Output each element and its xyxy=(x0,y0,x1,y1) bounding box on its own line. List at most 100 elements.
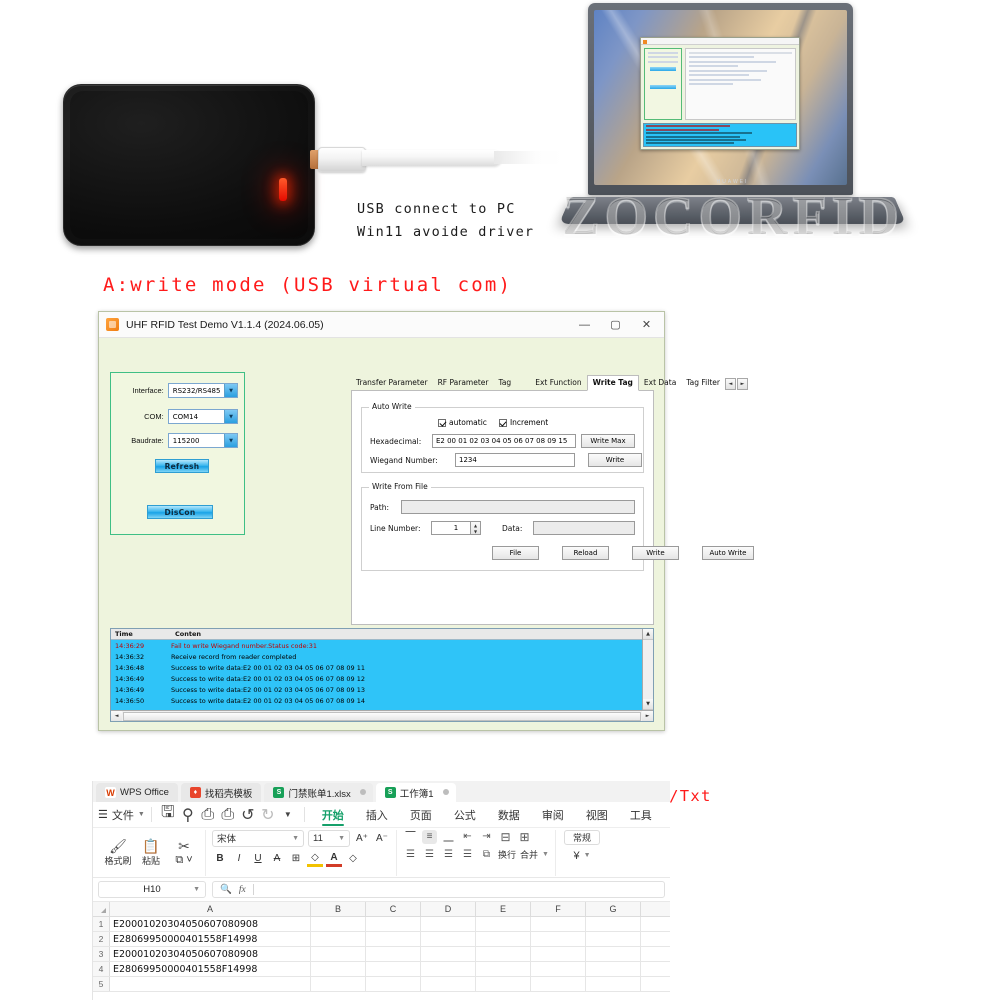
tab-scroll-left-icon[interactable]: ◄ xyxy=(724,378,736,390)
cell-d3[interactable] xyxy=(421,947,476,961)
cell-d2[interactable] xyxy=(421,932,476,946)
cell-g3[interactable] xyxy=(586,947,641,961)
ribbon-tab-review[interactable]: 审阅 xyxy=(531,802,575,828)
path-input[interactable] xyxy=(401,500,635,514)
ribbon-tab-insert[interactable]: 插入 xyxy=(355,802,399,828)
file-button[interactable]: File xyxy=(492,546,539,560)
align-middle-icon[interactable]: ≡ xyxy=(422,829,437,844)
cell-b2[interactable] xyxy=(311,932,366,946)
baudrate-select[interactable]: 115200 ▼ xyxy=(167,433,238,448)
cell-a4[interactable]: E28069950000401558F14998 xyxy=(110,962,311,976)
tab-ext-function[interactable]: Ext Function xyxy=(530,376,586,390)
column-header-a[interactable]: A xyxy=(110,902,311,916)
fx-icon[interactable]: fx xyxy=(239,885,246,895)
italic-button[interactable]: I xyxy=(231,851,247,867)
cell-b5[interactable] xyxy=(311,977,366,991)
chevron-down-icon[interactable]: ▼ xyxy=(224,410,237,423)
column-header-d[interactable]: D xyxy=(421,902,476,916)
wps-tab-templates[interactable]: ♦ 找稻壳模板 xyxy=(180,783,262,802)
copy-button[interactable]: ✂ ⧉ ˅ xyxy=(169,839,199,867)
scroll-up-icon[interactable]: ▲ xyxy=(643,629,653,640)
cell-d5[interactable] xyxy=(421,977,476,991)
cell-f2[interactable] xyxy=(531,932,586,946)
merge-cells-button[interactable]: 合并 xyxy=(520,848,538,862)
search-icon[interactable]: 🔍 xyxy=(220,884,232,895)
ribbon-tab-start[interactable]: 开始 xyxy=(311,802,355,828)
cell-c2[interactable] xyxy=(366,932,421,946)
log-row[interactable]: 14:36:48 Success to write data:E2 00 01 … xyxy=(111,662,653,673)
cell-a2[interactable]: E28069950000401558F14998 xyxy=(110,932,311,946)
log-row[interactable]: 14:36:29 Fail to write Wiegand number.St… xyxy=(111,640,653,651)
row-header[interactable]: 2 xyxy=(93,932,110,946)
cell-c4[interactable] xyxy=(366,962,421,976)
row-header[interactable]: 5 xyxy=(93,977,110,991)
merge-preview-icon[interactable]: ⊞ xyxy=(517,830,532,844)
formula-input[interactable]: 🔍 fx xyxy=(212,881,665,898)
column-header-c[interactable]: C xyxy=(366,902,421,916)
cell-e4[interactable] xyxy=(476,962,531,976)
line-number-stepper[interactable]: 1 ▲ ▼ xyxy=(431,521,481,535)
close-icon[interactable] xyxy=(359,789,366,795)
write-button[interactable]: Write xyxy=(588,453,642,467)
cell-e5[interactable] xyxy=(476,977,531,991)
automatic-checkbox[interactable]: automatic xyxy=(438,418,487,427)
cell-f5[interactable] xyxy=(531,977,586,991)
text-direction-icon[interactable]: ⊟ xyxy=(498,830,513,844)
align-justify-icon[interactable]: ☰ xyxy=(460,848,475,862)
wps-tab-document-2[interactable]: S 工作簿1 xyxy=(375,783,456,802)
paste-button[interactable]: 📋 粘贴 xyxy=(136,839,166,867)
align-top-icon[interactable]: ⎺ xyxy=(403,830,418,844)
scroll-down-icon[interactable]: ▼ xyxy=(643,699,653,710)
select-all-corner[interactable] xyxy=(93,902,110,916)
redo-icon[interactable]: ↻ xyxy=(258,805,278,825)
chevron-down-icon[interactable]: ▼ xyxy=(193,886,200,893)
cell-e1[interactable] xyxy=(476,917,531,931)
cell-a1[interactable]: E20001020304050607080908 xyxy=(110,917,311,931)
discon-button[interactable]: DisCon xyxy=(147,505,213,519)
log-row[interactable]: 14:36:50 Success to write data:E2 00 01 … xyxy=(111,695,653,706)
cell-g4[interactable] xyxy=(586,962,641,976)
print-preview-icon[interactable]: ⎙ xyxy=(218,805,238,825)
close-icon[interactable] xyxy=(442,789,449,795)
log-vertical-scrollbar[interactable]: ▲ ▼ xyxy=(642,629,653,710)
font-size-select[interactable]: 11 ▼ xyxy=(308,829,350,847)
undo-icon[interactable]: ↺ xyxy=(238,805,258,825)
row-header[interactable]: 3 xyxy=(93,947,110,961)
align-bottom-icon[interactable]: ⎽ xyxy=(441,830,456,844)
column-header-g[interactable]: G xyxy=(586,902,641,916)
cell-f3[interactable] xyxy=(531,947,586,961)
com-select[interactable]: COM14 ▼ xyxy=(167,409,238,424)
minimize-button[interactable]: — xyxy=(569,313,600,337)
cell-d4[interactable] xyxy=(421,962,476,976)
number-format-select[interactable]: 常规 xyxy=(563,829,600,845)
ribbon-tab-page[interactable]: 页面 xyxy=(399,802,443,828)
name-box[interactable]: H10 ▼ xyxy=(98,881,206,898)
align-left-icon[interactable]: ☰ xyxy=(403,848,418,862)
clear-format-button[interactable]: ◇ xyxy=(345,851,361,867)
scroll-right-icon[interactable]: ► xyxy=(642,710,653,721)
wrap-text-button[interactable]: 换行 xyxy=(498,848,516,862)
cell-f4[interactable] xyxy=(531,962,586,976)
cell-b3[interactable] xyxy=(311,947,366,961)
align-center-icon[interactable]: ☰ xyxy=(422,848,437,862)
log-row[interactable]: 14:36:32 Receive record from reader comp… xyxy=(111,651,653,662)
cell-e3[interactable] xyxy=(476,947,531,961)
cell-d1[interactable] xyxy=(421,917,476,931)
auto-write-button[interactable]: Auto Write xyxy=(702,546,754,560)
distribute-icon[interactable]: ⧉ xyxy=(479,848,494,862)
maximize-button[interactable]: ▢ xyxy=(600,313,631,337)
column-header-e[interactable]: E xyxy=(476,902,531,916)
cell-c1[interactable] xyxy=(366,917,421,931)
align-right-icon[interactable]: ☰ xyxy=(441,848,456,862)
cell-c5[interactable] xyxy=(366,977,421,991)
wps-tab-document-1[interactable]: S 门禁账单1.xlsx xyxy=(264,783,373,802)
interface-select[interactable]: RS232/RS485 ▼ xyxy=(167,383,238,398)
ribbon-tab-formula[interactable]: 公式 xyxy=(443,802,487,828)
decrease-indent-icon[interactable]: ⇤ xyxy=(460,830,475,844)
cell-a5[interactable] xyxy=(110,977,311,991)
column-header-f[interactable]: F xyxy=(531,902,586,916)
wiegand-number-input[interactable]: 1234 xyxy=(455,453,575,467)
font-color-button[interactable]: A xyxy=(326,851,342,867)
cell-a3[interactable]: E20001020304050607080908 xyxy=(110,947,311,961)
tab-transfer-parameter[interactable]: Transfer Parameter xyxy=(351,376,433,390)
